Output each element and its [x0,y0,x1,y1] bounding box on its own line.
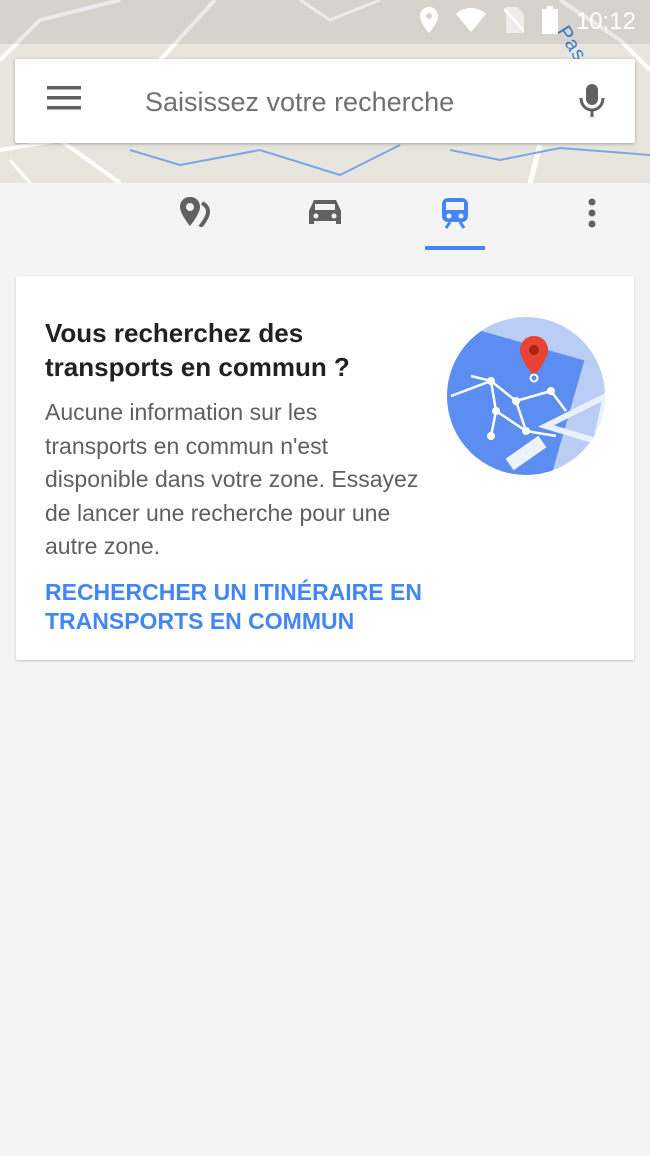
search-transit-route-link[interactable]: RECHERCHER UN ITINÉRAIRE EN TRANSPORTS E… [45,578,435,636]
status-time: 10:12 [575,8,636,35]
transit-info-card: Vous recherchez des transports en commun… [16,276,634,660]
status-icons: 10:12 [419,5,636,39]
tab-transit[interactable] [425,197,485,253]
train-icon [441,197,469,253]
card-title: Vous recherchez des transports en commun… [45,318,350,382]
overflow-menu-button[interactable] [562,197,622,253]
card-body: Aucune information sur les transports en… [45,399,419,559]
search-input[interactable] [143,77,567,127]
place-pin-icon [178,197,212,253]
microphone-icon[interactable] [577,81,607,125]
transit-map-illustration [446,316,606,476]
status-bar: 10:12 [0,0,650,44]
no-sim-icon [503,6,525,38]
selected-tab-indicator [425,246,485,250]
hamburger-menu-icon[interactable] [47,86,83,116]
tab-driving[interactable] [295,197,355,253]
more-vert-icon [587,197,597,253]
search-bar [15,59,635,143]
wifi-icon [455,7,486,37]
location-icon [419,6,438,38]
tab-explore[interactable] [165,197,225,253]
car-icon [308,197,342,253]
travel-mode-tabs [0,183,650,253]
battery-icon [541,5,558,39]
